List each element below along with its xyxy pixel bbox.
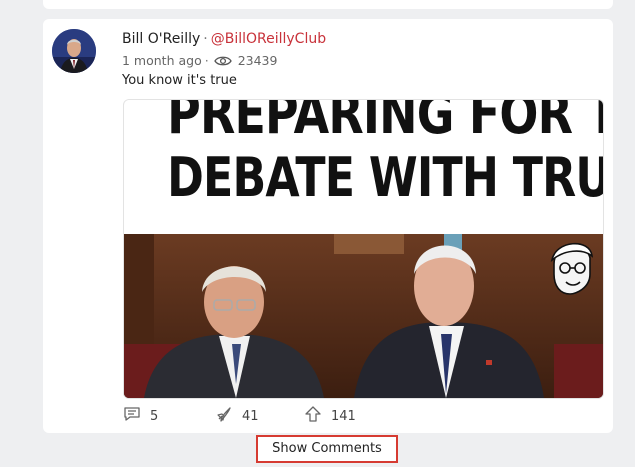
post-meta: 1 month ago · 23439 bbox=[122, 53, 277, 68]
post-image[interactable]: PREPARING FOR THE DEBATE WITH TRUMP bbox=[123, 99, 604, 399]
image-headline-line2: DEBATE WITH TRUMP bbox=[167, 146, 603, 209]
author-handle-link[interactable]: @BillOReillyClub bbox=[211, 31, 326, 47]
show-comments-button[interactable]: Show Comments bbox=[256, 435, 398, 463]
comments-button[interactable]: 5 bbox=[123, 406, 215, 426]
post-actions: 5 41 141 bbox=[123, 405, 356, 427]
comment-icon bbox=[123, 406, 150, 426]
eye-icon bbox=[213, 55, 232, 67]
image-photo bbox=[124, 234, 603, 398]
image-headline-line1: PREPARING FOR THE bbox=[167, 99, 603, 147]
post-header: Bill O'Reilly · @BillOReillyClub bbox=[122, 31, 326, 47]
post-text: You know it's true bbox=[122, 73, 237, 88]
author-avatar[interactable] bbox=[52, 29, 96, 73]
view-count: 23439 bbox=[237, 53, 278, 68]
rocket-share-icon bbox=[215, 405, 242, 427]
share-button[interactable]: 41 bbox=[215, 405, 304, 427]
upvotes-count: 141 bbox=[331, 408, 356, 424]
author-name[interactable]: Bill O'Reilly bbox=[122, 31, 200, 47]
post-card: Bill O'Reilly · @BillOReillyClub 1 month a… bbox=[43, 19, 613, 433]
shares-count: 41 bbox=[242, 408, 259, 424]
post-time: 1 month ago bbox=[122, 53, 202, 68]
previous-post-card bbox=[43, 0, 613, 9]
separator-dot: · bbox=[203, 31, 208, 47]
separator-dot: · bbox=[204, 53, 209, 68]
upvote-button[interactable]: 141 bbox=[304, 405, 356, 427]
upvote-arrow-icon bbox=[304, 405, 331, 427]
comments-count: 5 bbox=[150, 408, 159, 424]
